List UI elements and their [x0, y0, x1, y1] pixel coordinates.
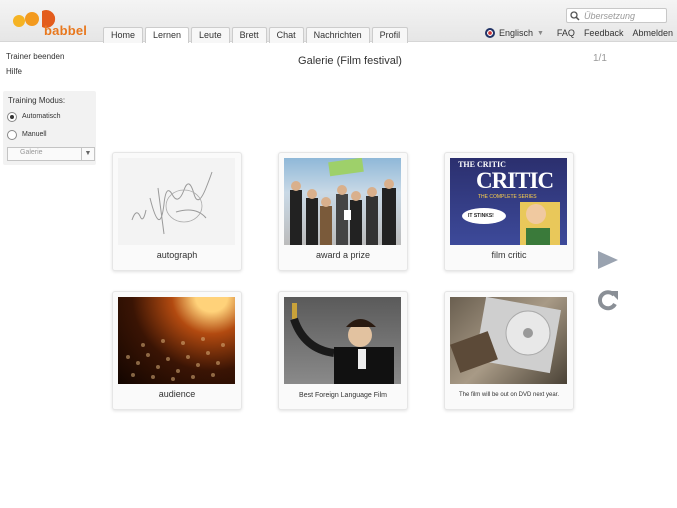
help-link[interactable]: Hilfe	[6, 67, 22, 76]
card-caption: autograph	[156, 250, 198, 260]
logo-text: babbel	[44, 23, 88, 38]
gallery-card-dvd[interactable]: The film will be out on DVD next year.	[444, 291, 574, 410]
uk-flag-icon	[484, 28, 495, 38]
gallery-card-film-critic[interactable]: THE CRITIC CRITIC THE COMPLETE SERIES IT…	[444, 152, 574, 271]
award-image	[284, 158, 401, 245]
tab-home[interactable]: Home	[103, 27, 144, 43]
chevron-down-icon: ▼	[81, 148, 94, 160]
mode-manual-radio[interactable]	[7, 130, 17, 140]
search-input[interactable]: Übersetzung	[566, 8, 667, 23]
gallery-card-audience[interactable]: audience	[112, 291, 242, 410]
logout-link[interactable]: Abmelden	[632, 28, 673, 38]
card-caption: Best Foreign Language Film	[299, 392, 387, 399]
training-mode-title: Training Modus:	[8, 96, 66, 105]
tab-nachrichten[interactable]: Nachrichten	[305, 27, 370, 43]
tab-lernen[interactable]: Lernen	[145, 27, 190, 43]
top-bar: babbel Home Lernen Leute Brett Chat Nach…	[0, 0, 677, 43]
gallery-card-autograph[interactable]: autograph	[112, 152, 242, 271]
main-nav: Home Lernen Leute Brett Chat Nachrichten…	[103, 27, 410, 43]
card-caption: The film will be out on DVD next year.	[458, 392, 560, 398]
card-caption: award a prize	[315, 250, 371, 260]
autograph-image	[118, 158, 235, 245]
gallery-card-best-foreign-language-film[interactable]: Best Foreign Language Film	[278, 291, 408, 410]
tab-brett[interactable]: Brett	[231, 27, 267, 43]
view-select-value: Galerie	[20, 149, 43, 156]
best-foreign-film-image	[284, 297, 401, 384]
tab-chat[interactable]: Chat	[268, 27, 304, 43]
top-links: Englisch ▼ FAQ Feedback Abmelden	[476, 28, 673, 38]
dvd-image	[450, 297, 567, 384]
audience-image	[118, 297, 235, 384]
mode-manual-label[interactable]: Manuell	[22, 131, 47, 138]
film-critic-image: THE CRITIC CRITIC THE COMPLETE SERIES IT…	[450, 158, 567, 245]
mode-auto-radio[interactable]	[7, 112, 17, 122]
page-title: Galerie (Film festival)	[298, 55, 402, 67]
chevron-down-icon: ▼	[536, 29, 544, 37]
mode-auto-label[interactable]: Automatisch	[22, 113, 61, 120]
card-caption: film critic	[491, 250, 527, 260]
training-mode-panel: Training Modus: Automatisch Manuell Gale…	[3, 91, 96, 165]
tab-profil[interactable]: Profil	[371, 27, 409, 43]
feedback-link[interactable]: Feedback	[584, 28, 624, 38]
faq-link[interactable]: FAQ	[557, 28, 575, 38]
card-caption: audience	[158, 389, 196, 399]
view-select[interactable]: Galerie ▼	[7, 147, 95, 161]
critic-subtitle: THE COMPLETE SERIES	[478, 194, 537, 200]
search-icon	[570, 10, 580, 21]
babbel-logo[interactable]: babbel	[12, 7, 92, 39]
language-label: Englisch	[498, 28, 533, 38]
replay-icon[interactable]	[596, 289, 620, 311]
play-icon[interactable]	[597, 250, 619, 270]
critic-title-large: CRITIC	[476, 168, 554, 193]
language-select[interactable]: Englisch ▼	[476, 28, 544, 38]
critic-speech-bubble: IT STINKS!	[468, 213, 494, 219]
tab-leute[interactable]: Leute	[191, 27, 230, 43]
search-placeholder: Übersetzung	[584, 10, 636, 21]
gallery-card-award-a-prize[interactable]: award a prize	[278, 152, 408, 271]
pager: 1/1	[593, 53, 607, 64]
